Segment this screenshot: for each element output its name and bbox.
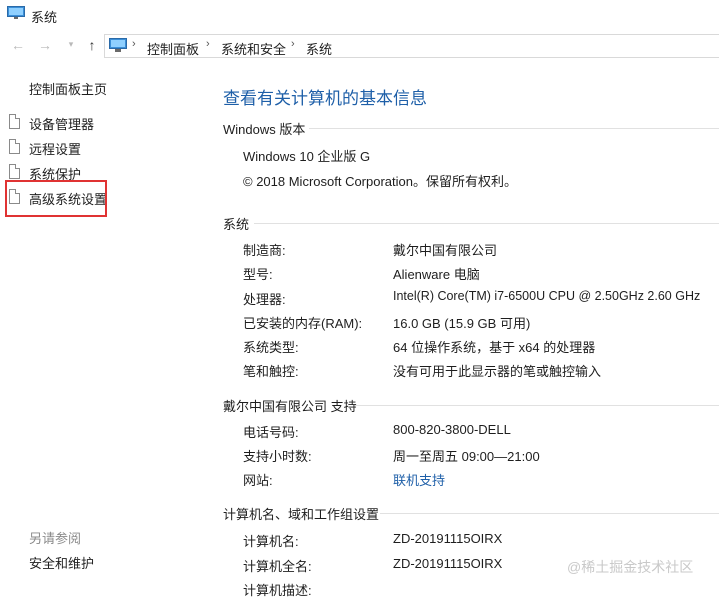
support-hours-label: 支持小时数: (243, 449, 312, 464)
main-content: 查看有关计算机的基本信息 Windows 版本 Windows 10 企业版 G… (200, 62, 719, 598)
page-title: 查看有关计算机的基本信息 (223, 89, 427, 108)
document-icon (9, 139, 20, 154)
up-arrow-icon[interactable]: ↑ (85, 38, 99, 52)
section-divider (355, 405, 719, 406)
navigation-bar: ← → ▾ ↑ › 控制面板 › 系统和安全 › 系统 (0, 30, 719, 62)
section-heading-computer-name: 计算机名、域和工作组设置 (223, 507, 380, 522)
computer-name-value: ZD-20191115OIRX (393, 531, 503, 546)
title-bar: 系统 (0, 0, 719, 30)
task-label: 远程设置 (29, 142, 82, 157)
system-type-label: 系统类型: (243, 340, 299, 355)
control-panel-home-link[interactable]: 控制面板主页 (29, 79, 107, 98)
task-device-manager[interactable]: 设备管理器 (9, 113, 199, 133)
recent-locations-chevron-icon[interactable]: ▾ (64, 37, 78, 51)
section-divider (309, 128, 719, 129)
breadcrumb-separator-icon[interactable]: › (291, 38, 295, 50)
section-heading-system: 系统 (223, 217, 250, 232)
section-divider (254, 223, 719, 224)
task-label: 设备管理器 (29, 117, 95, 132)
model-value: Alienware 电脑 (393, 267, 480, 282)
processor-value: Intel(R) Core(TM) i7-6500U CPU @ 2.50GHz… (393, 289, 701, 303)
task-remote-settings[interactable]: 远程设置 (9, 138, 199, 158)
computer-description-label: 计算机描述: (243, 583, 312, 598)
breadcrumb-separator-icon[interactable]: › (132, 38, 136, 50)
security-and-maintenance-link[interactable]: 安全和维护 (29, 553, 94, 572)
ram-value: 16.0 GB (15.9 GB 可用) (393, 316, 531, 331)
manufacturer-label: 制造商: (243, 243, 286, 258)
breadcrumb-system-and-security[interactable]: 系统和安全 (221, 39, 286, 58)
watermark-text: @稀土掘金技术社区 (567, 559, 694, 575)
online-support-link[interactable]: 联机支持 (393, 470, 445, 489)
windows-edition-value: Windows 10 企业版 G (243, 149, 371, 164)
system-monitor-icon (7, 6, 25, 19)
manufacturer-value: 戴尔中国有限公司 (393, 243, 498, 258)
processor-label: 处理器: (243, 292, 286, 307)
ram-label: 已安装的内存(RAM): (243, 316, 363, 331)
breadcrumb-separator-icon[interactable]: › (206, 38, 210, 50)
section-heading-support: 戴尔中国有限公司 支持 (223, 399, 357, 414)
address-bar[interactable]: › 控制面板 › 系统和安全 › 系统 (104, 34, 719, 58)
pen-touch-label: 笔和触控: (243, 364, 299, 379)
computer-name-label: 计算机名: (243, 534, 299, 549)
full-computer-name-value: ZD-20191115OIRX (393, 556, 503, 571)
phone-label: 电话号码: (243, 425, 299, 440)
section-heading-windows-edition: Windows 版本 (223, 122, 306, 137)
document-icon (9, 164, 20, 179)
section-divider (380, 513, 719, 514)
pen-touch-value: 没有可用于此显示器的笔或触控输入 (393, 364, 602, 379)
model-label: 型号: (243, 267, 273, 282)
document-icon (9, 114, 20, 129)
forward-arrow-icon[interactable]: → (38, 38, 52, 52)
phone-value: 800-820-3800-DELL (393, 422, 511, 437)
highlight-annotation-box (5, 180, 107, 217)
left-task-pane: 控制面板主页 设备管理器 远程设置 系统保护 高级系统设置 另请参阅 安全和维护 (0, 62, 200, 591)
back-arrow-icon[interactable]: ← (11, 38, 25, 52)
support-hours-value: 周一至周五 09:00—21:00 (393, 449, 540, 464)
system-type-value: 64 位操作系统，基于 x64 的处理器 (393, 340, 596, 355)
website-label: 网站: (243, 473, 273, 488)
full-computer-name-label: 计算机全名: (243, 559, 312, 574)
copyright-text: © 2018 Microsoft Corporation。保留所有权利。 (243, 174, 517, 189)
window-title: 系统 (31, 10, 58, 25)
control-panel-icon (109, 38, 127, 52)
see-also-heading: 另请参阅 (29, 531, 82, 546)
breadcrumb-system[interactable]: 系统 (306, 39, 332, 58)
breadcrumb-control-panel[interactable]: 控制面板 (147, 39, 199, 58)
